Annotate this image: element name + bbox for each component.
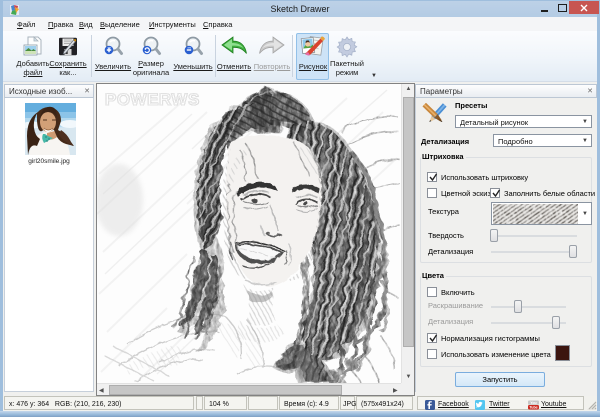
svg-text:POWERWS: POWERWS (105, 90, 200, 109)
svg-text:Tube: Tube (529, 406, 537, 410)
svg-text:You: You (530, 401, 537, 405)
